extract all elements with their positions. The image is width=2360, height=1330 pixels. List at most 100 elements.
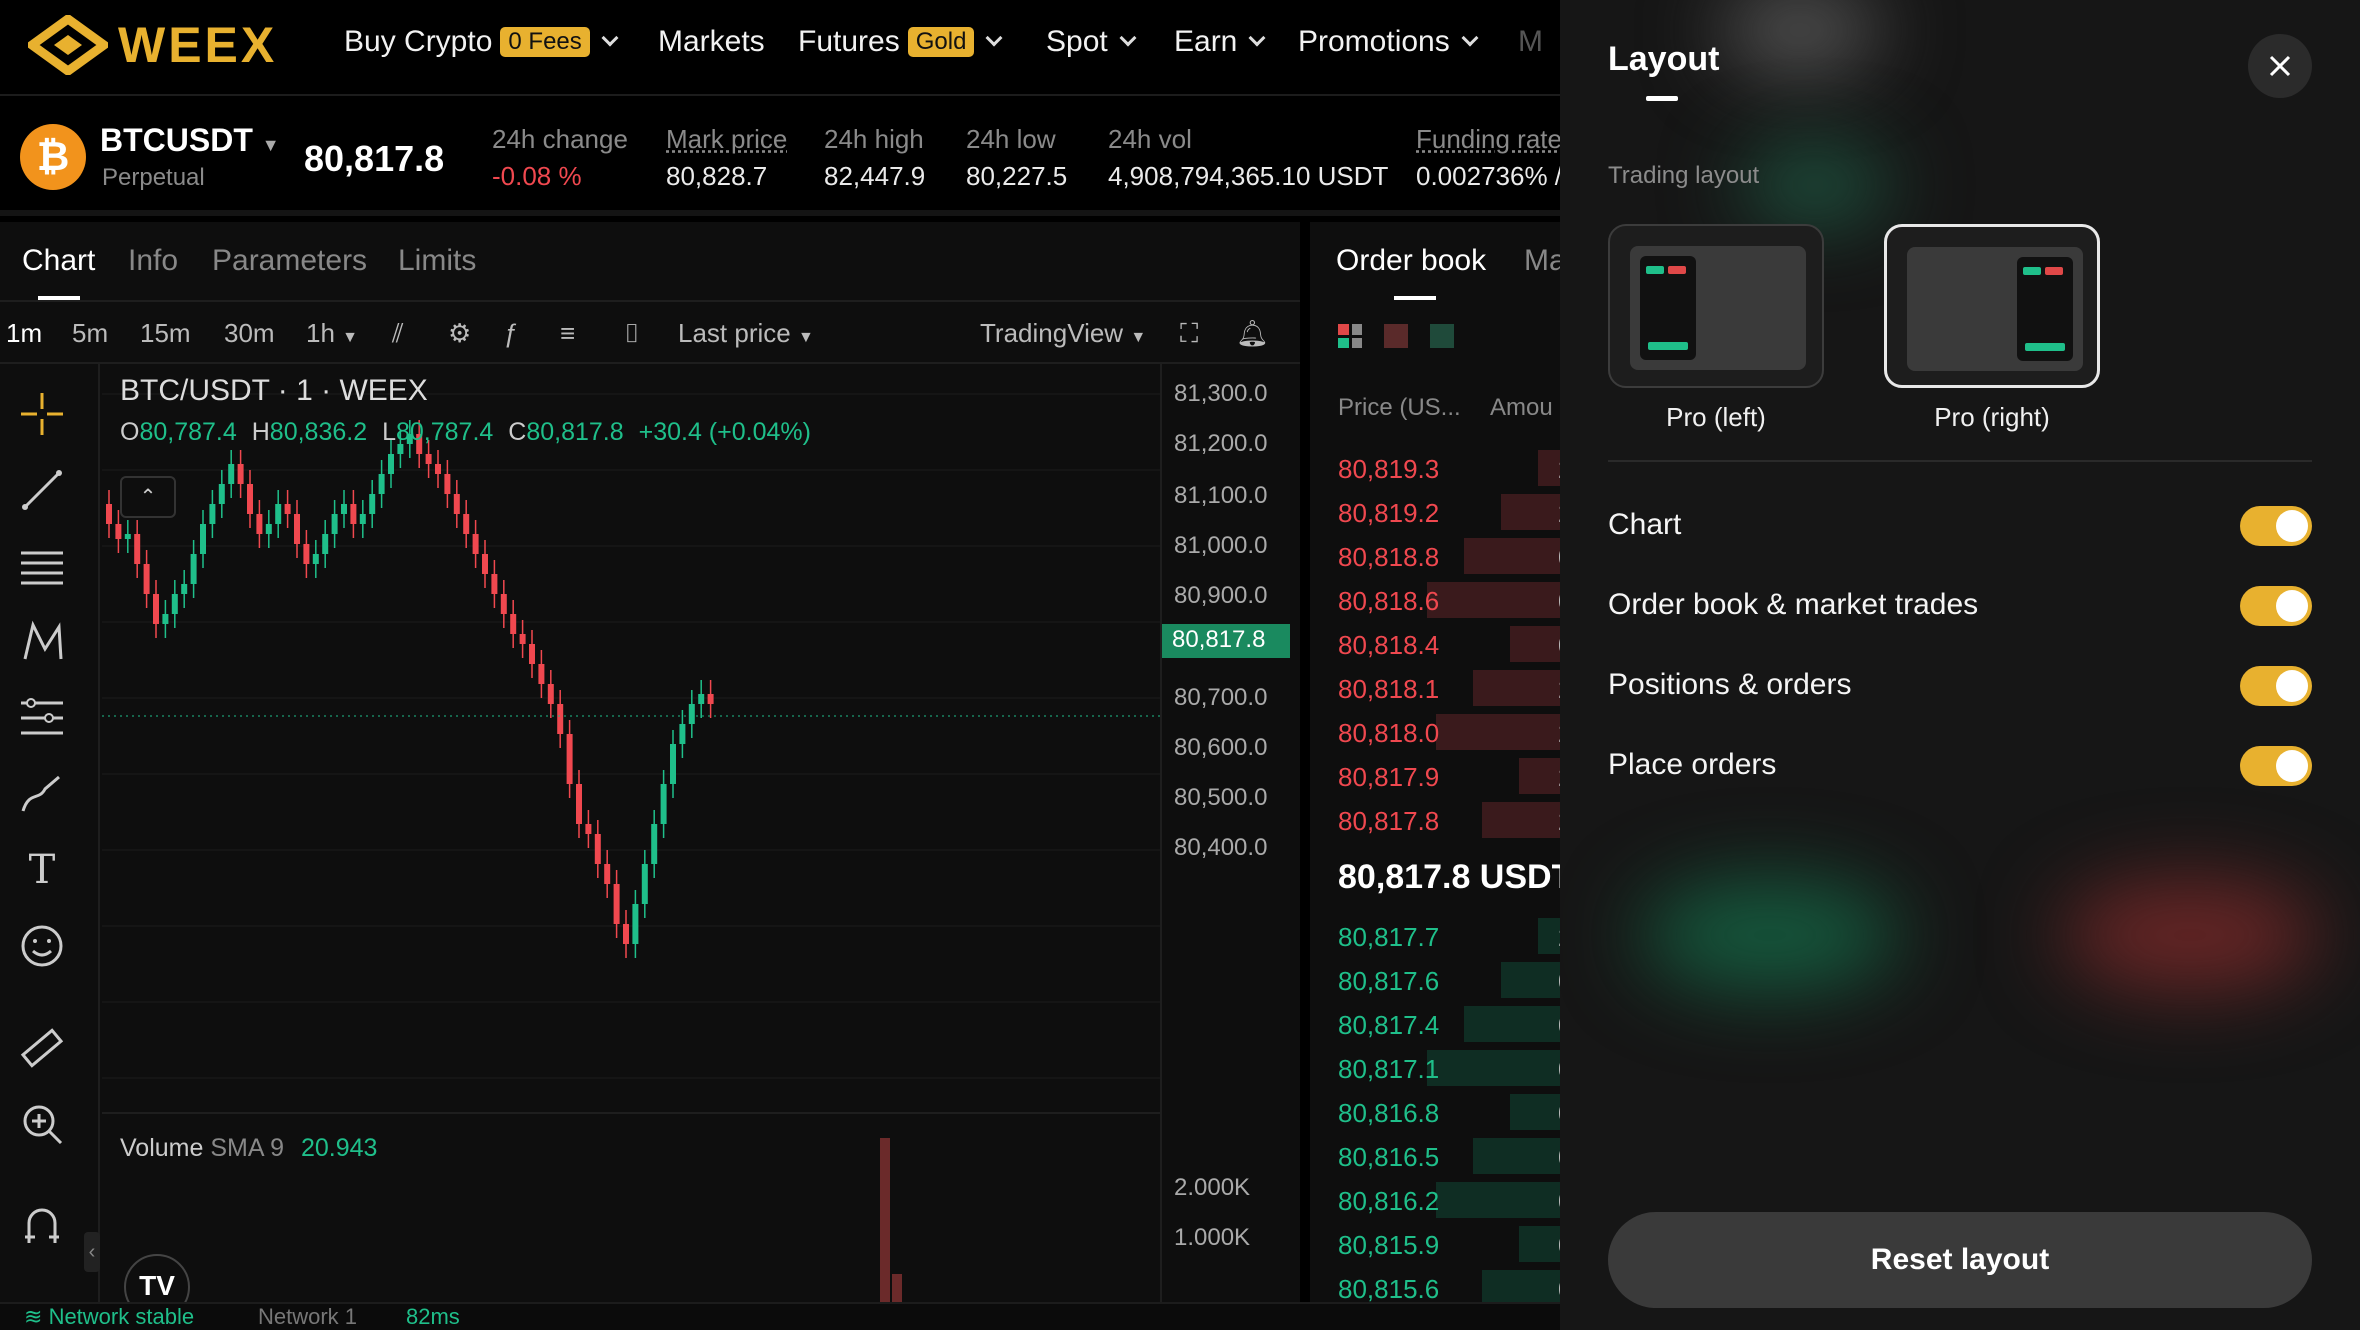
nav-futures[interactable]: Futures Gold (798, 20, 1003, 64)
ask-price: 80,818.1 (1338, 674, 1440, 704)
background-blur (2060, 880, 2320, 990)
stat-funding-rate[interactable]: Funding rate 0.002736% / (1416, 124, 1560, 192)
bell-icon[interactable]: 🔔︎ (1236, 318, 1269, 349)
ask-row[interactable]: 80,817.92 (1338, 754, 1560, 798)
ask-row[interactable]: 80,818.12 (1338, 666, 1560, 710)
col-amount-header: Amou (1490, 394, 1553, 421)
depth-bar (1464, 538, 1560, 574)
crosshair-icon[interactable] (16, 388, 68, 440)
nav-promotions[interactable]: Promotions (1298, 20, 1479, 64)
stat-label: 24h low (966, 124, 1056, 154)
bid-row[interactable]: 80,815.60 (1338, 1266, 1560, 1302)
interval-1h[interactable]: 1h ▼ (306, 318, 358, 349)
active-tab-indicator (1394, 296, 1436, 300)
bid-row[interactable]: 80,817.72 (1338, 914, 1560, 958)
nav-buy-crypto[interactable]: Buy Crypto 0 Fees (344, 20, 619, 64)
ask-row[interactable]: 80,818.80 (1338, 534, 1560, 578)
tab-info[interactable]: Info (128, 244, 178, 278)
settings-gear-icon[interactable]: ⚙ (448, 318, 471, 349)
zoom-in-icon[interactable] (16, 1098, 68, 1150)
reset-layout-button[interactable]: Reset layout (1608, 1212, 2312, 1308)
symbol-selector[interactable]: BTCUSDT ▼ (100, 122, 280, 159)
nav-spot[interactable]: Spot (1046, 20, 1137, 64)
brush-icon[interactable] (16, 768, 68, 820)
tab-order-book[interactable]: Order book (1336, 244, 1486, 278)
stat-label: Mark price (666, 124, 788, 154)
nav-markets[interactable]: Markets (658, 20, 765, 64)
indicators-icon[interactable]: ƒ (504, 318, 518, 349)
close-button[interactable] (2248, 34, 2312, 98)
background-blur (1640, 880, 1900, 990)
chart-panel: Chart Info Parameters Limits 1m 5m 15m 3… (0, 222, 1300, 1320)
ask-row[interactable]: 80,819.22 (1338, 490, 1560, 534)
positions-toggle[interactable] (2240, 666, 2312, 706)
fib-icon[interactable] (16, 692, 68, 744)
nav-earn[interactable]: Earn (1174, 20, 1266, 64)
chart-toggle[interactable] (2240, 506, 2312, 546)
emoji-icon[interactable] (16, 920, 68, 972)
candle-body (388, 454, 394, 474)
interval-30m[interactable]: 30m (224, 318, 275, 349)
layout-pro-right-card[interactable] (1884, 224, 2100, 388)
book-both-icon[interactable] (1338, 324, 1362, 348)
stat-mark-price[interactable]: Mark price 80,828.7 (666, 124, 787, 192)
collapse-sidebar-icon[interactable]: ‹ (84, 1232, 100, 1272)
fullscreen-icon[interactable]: ⛶ (1180, 318, 1198, 350)
book-bids-icon[interactable] (1430, 324, 1454, 348)
chevron-down-icon (1461, 29, 1479, 47)
depth-bar (1510, 626, 1560, 662)
candlestick-chart[interactable]: BTC/USDT · 1 · WEEX O80,787.4 H80,836.2 … (102, 364, 1160, 1102)
depth-bar (1427, 582, 1560, 618)
bid-row[interactable]: 80,816.20 (1338, 1178, 1560, 1222)
preview-buy (1646, 266, 1664, 274)
candle-body (162, 614, 169, 624)
toggle-knob (2276, 590, 2308, 622)
ruler-icon[interactable] (16, 1022, 68, 1074)
layout-pro-left-card[interactable] (1608, 224, 1824, 388)
chart-view-select[interactable]: TradingView ▼ (980, 318, 1146, 349)
text-tool-icon[interactable]: T (16, 844, 68, 896)
layout-preview (1907, 247, 2083, 371)
network-latency-label: Network 1 (258, 1304, 358, 1329)
draw-template-icon[interactable]: ≡ (560, 318, 575, 349)
magnet-icon[interactable] (16, 1200, 68, 1252)
bid-row[interactable]: 80,815.90 (1338, 1222, 1560, 1266)
candle-body (529, 644, 535, 664)
price-tick: 81,200.0 (1174, 430, 1268, 457)
camera-icon[interactable]: ⌷ (624, 318, 640, 350)
price-source-select[interactable]: Last price ▼ (678, 318, 814, 349)
interval-15m[interactable]: 15m (140, 318, 191, 349)
bid-row[interactable]: 80,816.50 (1338, 1134, 1560, 1178)
candle-type-icon[interactable]: ⫽ (392, 318, 404, 350)
candle-body (171, 594, 178, 614)
book-asks-icon[interactable] (1384, 324, 1408, 348)
weex-logo[interactable]: WEEX (28, 10, 277, 80)
order-book-toggle[interactable] (2240, 586, 2312, 626)
interval-5m[interactable]: 5m (72, 318, 108, 349)
collapse-legend-icon[interactable]: ⌃ (120, 476, 176, 518)
status-bar: ≋ Network stable Network 1 82ms (0, 1302, 1560, 1330)
tab-limits[interactable]: Limits (398, 244, 476, 278)
trend-line-icon[interactable] (16, 464, 68, 516)
bid-row[interactable]: 80,817.10 (1338, 1046, 1560, 1090)
interval-1m[interactable]: 1m (6, 318, 42, 349)
candle-body (369, 494, 376, 514)
nav-more[interactable]: M (1518, 20, 1543, 64)
place-orders-toggle[interactable] (2240, 746, 2312, 786)
tab-chart[interactable]: Chart (22, 244, 95, 278)
ask-row[interactable]: 80,818.60 (1338, 578, 1560, 622)
ask-row[interactable]: 80,818.40 (1338, 622, 1560, 666)
depth-bar (1473, 1138, 1560, 1174)
tab-parameters[interactable]: Parameters (212, 244, 367, 278)
tab-market-trades[interactable]: Ma (1524, 244, 1560, 278)
ask-row[interactable]: 80,819.32 (1338, 446, 1560, 490)
horizontal-lines-icon[interactable] (16, 540, 68, 592)
bid-row[interactable]: 80,817.40 (1338, 1002, 1560, 1046)
nav-label: Futures (798, 25, 900, 58)
bid-row[interactable]: 80,817.60 (1338, 958, 1560, 1002)
ask-row[interactable]: 80,818.02 (1338, 710, 1560, 754)
bid-row[interactable]: 80,816.80 (1338, 1090, 1560, 1134)
pattern-icon[interactable] (16, 616, 68, 668)
ohlc-change: +30.4 (+0.04%) (638, 418, 811, 446)
ask-row[interactable]: 80,817.82 (1338, 798, 1560, 842)
